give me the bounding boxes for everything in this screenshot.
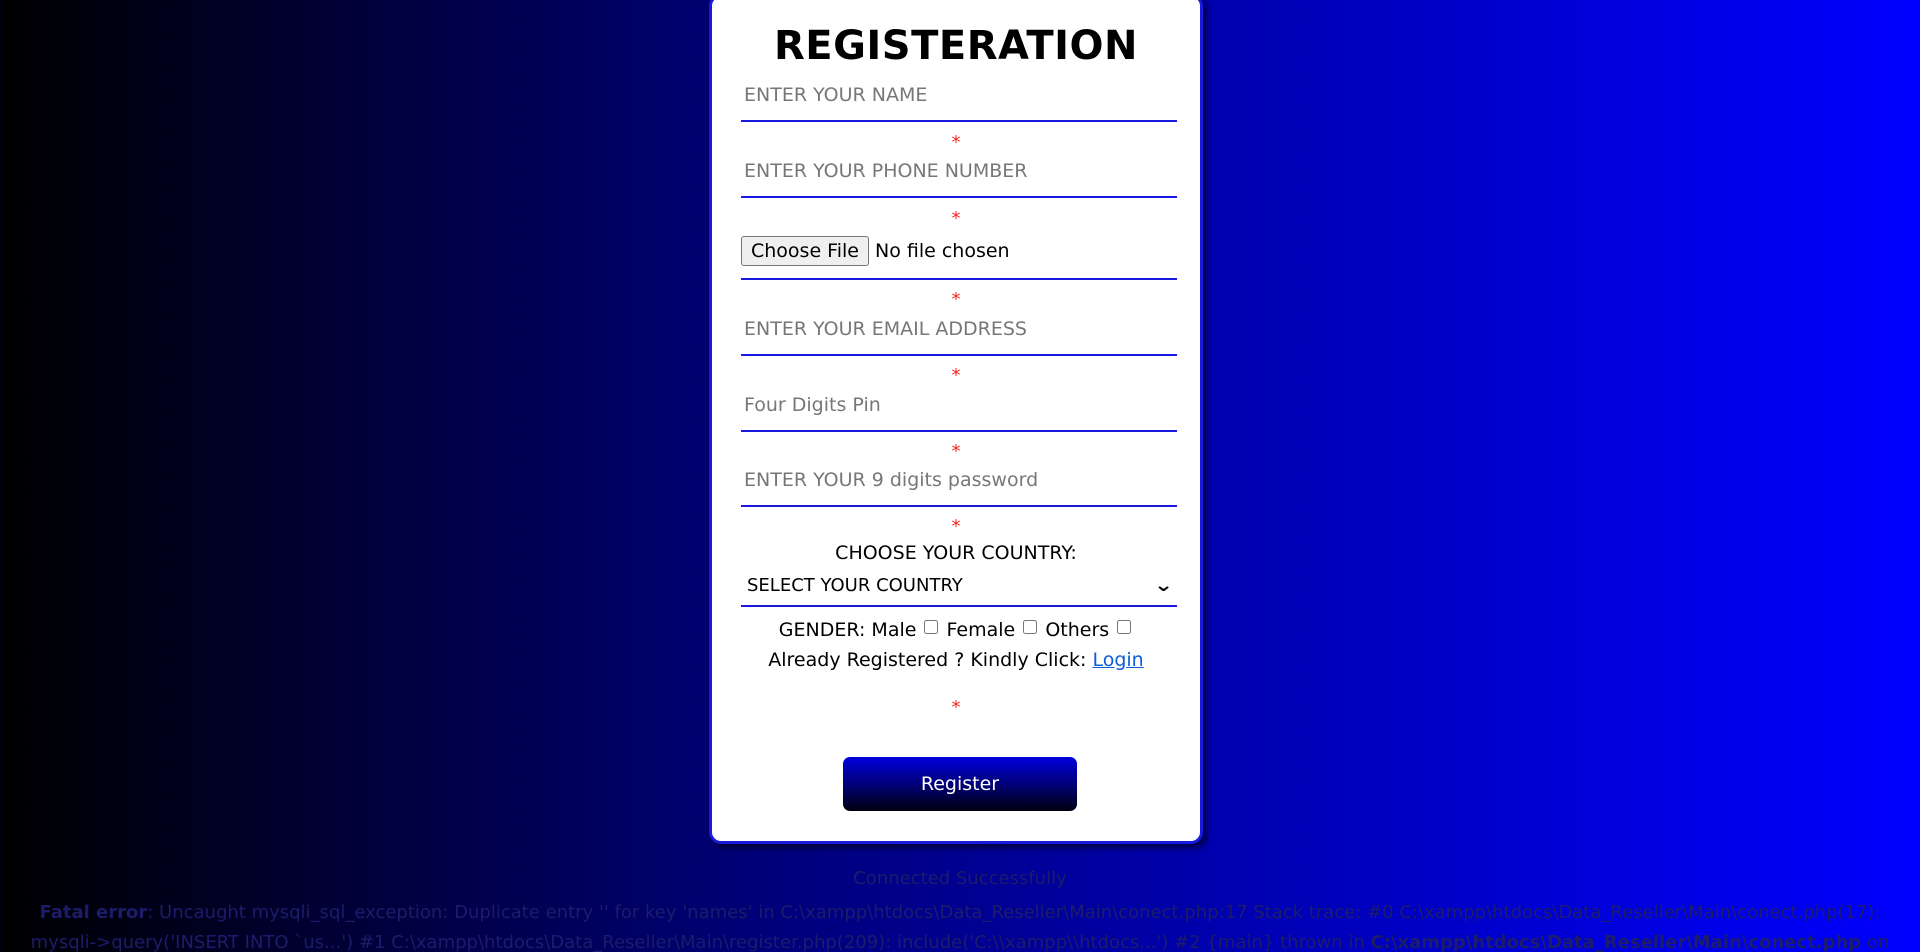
fatal-error-label: Fatal error: [39, 902, 148, 923]
gender-option-female-label: Female: [946, 619, 1016, 641]
name-input[interactable]: [741, 70, 1177, 120]
login-prompt: Already Registered ? Kindly Click:: [768, 649, 1087, 671]
country-selected-value: SELECT YOUR COUNTRY: [747, 574, 963, 596]
password-field[interactable]: [741, 455, 1177, 507]
photo-field: Choose File No file chosen: [741, 224, 1177, 280]
country-select[interactable]: SELECT YOUR COUNTRY ⌄: [741, 565, 1177, 607]
email-field[interactable]: [741, 304, 1177, 356]
phone-field[interactable]: [741, 146, 1177, 198]
choose-file-button[interactable]: Choose File: [741, 236, 869, 266]
login-row: Already Registered ? Kindly Click: Login: [712, 649, 1200, 671]
registration-card: REGISTERATION * * Choose File No file ch…: [709, 0, 1203, 844]
email-input[interactable]: [741, 304, 1177, 354]
gender-label: GENDER:: [778, 619, 866, 641]
password-required-marker: *: [951, 516, 961, 537]
page-title: REGISTERATION: [773, 23, 1139, 69]
login-link[interactable]: Login: [1092, 649, 1143, 671]
form-required-marker: *: [951, 697, 961, 718]
country-label: CHOOSE YOUR COUNTRY:: [835, 542, 1077, 564]
chevron-down-icon: ⌄: [1153, 574, 1174, 596]
phone-input[interactable]: [741, 146, 1177, 196]
password-input[interactable]: [741, 455, 1177, 505]
register-button[interactable]: Register: [843, 757, 1077, 811]
gender-others-checkbox[interactable]: [1117, 620, 1132, 634]
fatal-error-file: C:\xampp\htdocs\Data_Reseller\Main\conec…: [1370, 932, 1862, 952]
file-status: No file chosen: [874, 240, 1010, 262]
gender-female-checkbox[interactable]: [1023, 620, 1038, 634]
gender-option-male-label: Male: [871, 619, 917, 641]
fatal-error-message: Fatal error: Uncaught mysqli_sql_excepti…: [30, 898, 1890, 952]
gender-row: GENDER: Male Female Others: [712, 619, 1200, 641]
gender-male-checkbox[interactable]: [924, 620, 939, 634]
pin-field[interactable]: [741, 380, 1177, 432]
name-field[interactable]: [741, 70, 1177, 122]
connection-status: Connected Successfully: [853, 868, 1067, 889]
gender-option-others-label: Others: [1045, 619, 1110, 641]
pin-input[interactable]: [741, 380, 1177, 430]
